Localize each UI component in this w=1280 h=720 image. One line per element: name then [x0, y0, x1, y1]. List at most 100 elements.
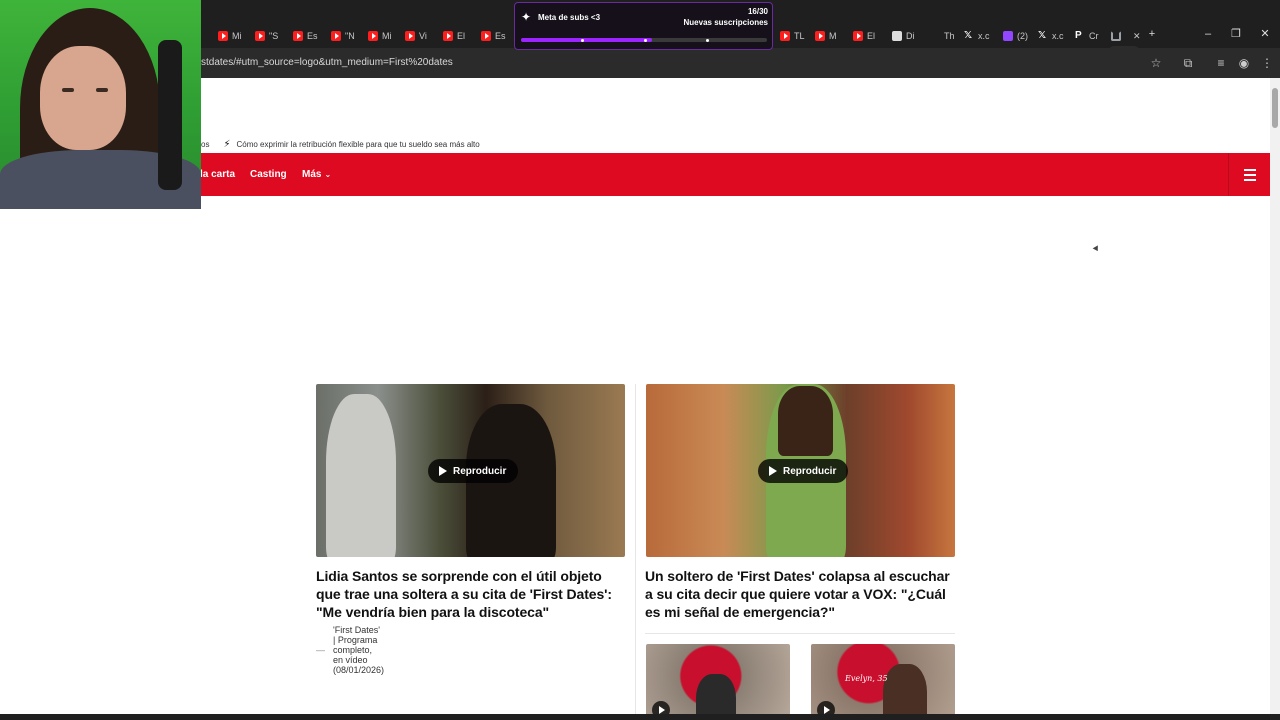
play-button[interactable]: Reproducir	[428, 459, 519, 483]
browser-tab[interactable]: ✕	[1111, 27, 1141, 45]
goal-count: 16/30	[747, 7, 768, 16]
browser-tab[interactable]: Th	[930, 27, 955, 45]
hamburger-menu-button[interactable]	[1228, 153, 1270, 196]
new-tab-button[interactable]: +	[1144, 27, 1160, 41]
goal-title: Meta de subs <3	[538, 13, 601, 22]
tab-label: El	[867, 31, 876, 41]
article-thumbnail[interactable]: Reproducir	[316, 384, 625, 557]
webcam-eye	[62, 88, 74, 92]
mouse-cursor-icon	[1092, 245, 1101, 253]
browser-tab[interactable]: TL	[780, 27, 805, 45]
goal-marker	[581, 38, 584, 42]
lightning-icon: ⚡	[223, 139, 231, 150]
browser-tab[interactable]: "N	[331, 27, 355, 45]
article-meta-text[interactable]: 'First Dates' | Programa completo, en ví…	[333, 625, 384, 675]
tab-label: x.c	[978, 31, 990, 41]
page-scrollbar[interactable]	[1270, 78, 1280, 714]
news-ticker: os ⚡ Cómo exprimir la retribución flexib…	[201, 139, 480, 150]
youtube-icon	[255, 31, 265, 41]
tab-label: Es	[307, 31, 318, 41]
address-bar-url[interactable]: stdates/#utm_source=logo&utm_medium=Firs…	[201, 57, 453, 68]
browser-tab[interactable]: El	[853, 27, 875, 45]
tab-label: Cr	[1089, 31, 1099, 41]
subscriber-goal-overlay: ✦ Meta de subs <3 16/30 Nuevas suscripci…	[514, 2, 773, 50]
browser-tab[interactable]: Es	[481, 27, 506, 45]
tab-label: (2)	[1017, 31, 1028, 41]
nav-item-more[interactable]: Más ⌄	[302, 169, 331, 180]
browser-tab[interactable]: M	[815, 27, 837, 45]
scrollbar-thumb[interactable]	[1272, 88, 1278, 128]
article-headline[interactable]: Un soltero de 'First Dates' colapsa al e…	[645, 567, 957, 621]
tab-label: M	[829, 31, 837, 41]
browser-tab[interactable]: Vi	[405, 27, 427, 45]
media-controls-icon[interactable]: ≡	[1213, 56, 1229, 70]
ticker-link[interactable]: Cómo exprimir la retribución flexible pa…	[236, 140, 479, 149]
tab-label: TL	[794, 31, 805, 41]
streamer-webcam-overlay	[0, 0, 201, 209]
tab-label: El	[457, 31, 466, 41]
extensions-icon[interactable]: ⧉	[1180, 56, 1196, 70]
nav-item-casting[interactable]: Casting	[250, 169, 287, 180]
youtube-icon	[293, 31, 303, 41]
play-button[interactable]: Reproducir	[758, 459, 849, 483]
thumbnail-figure	[778, 386, 833, 456]
profile-icon[interactable]: ◉	[1236, 56, 1252, 70]
article-meta: — 'First Dates' | Programa completo, en …	[316, 625, 384, 675]
chevron-down-icon: ⌄	[324, 170, 332, 179]
tab-label: Vi	[419, 31, 427, 41]
p-icon: P	[1075, 30, 1082, 41]
youtube-icon	[331, 31, 341, 41]
browser-tab[interactable]: Mi	[368, 27, 392, 45]
browser-tab[interactable]: 𝕏x.c	[1038, 27, 1064, 45]
restore-button[interactable]: ❐	[1228, 27, 1244, 41]
browser-tab[interactable]: Es	[293, 27, 318, 45]
play-icon	[439, 466, 447, 476]
browser-tab[interactable]: P Cr	[1075, 27, 1099, 45]
tab-label: Mi	[382, 31, 392, 41]
goal-marker	[644, 38, 647, 42]
youtube-icon	[218, 31, 228, 41]
play-icon[interactable]	[652, 701, 670, 714]
tab-label: "N	[345, 31, 355, 41]
article-thumbnail[interactable]: Reproducir	[646, 384, 955, 557]
youtube-icon	[368, 31, 378, 41]
column-divider	[635, 384, 636, 714]
small-article-thumbnail[interactable]: Evelyn, 35	[811, 644, 955, 714]
goal-marker	[706, 38, 709, 42]
browser-tab[interactable]: El	[443, 27, 465, 45]
tab-label: Es	[495, 31, 506, 41]
row-divider	[645, 633, 955, 634]
browser-menu-icon[interactable]: ⋮	[1259, 56, 1275, 70]
browser-tab[interactable]: "S	[255, 27, 278, 45]
browser-tab[interactable]: Di	[892, 27, 915, 45]
youtube-icon	[780, 31, 790, 41]
close-tab-icon[interactable]: ✕	[1133, 31, 1141, 42]
star-icon: ✦	[521, 10, 532, 24]
twitch-icon	[1003, 31, 1013, 41]
thumbnail-figure	[883, 664, 927, 714]
close-window-button[interactable]: ✕	[1257, 27, 1273, 41]
browser-tab[interactable]: Mi	[218, 27, 242, 45]
hamburger-line	[1244, 174, 1256, 176]
webcam-face	[40, 46, 126, 150]
thumbnail-figure	[696, 674, 736, 714]
youtube-icon	[443, 31, 453, 41]
play-label: Reproducir	[453, 465, 507, 477]
minimize-button[interactable]: –	[1200, 27, 1216, 41]
article-headline[interactable]: Lidia Santos se sorprende con el útil ob…	[316, 567, 628, 621]
window-bottom-edge	[0, 714, 1280, 720]
tab-label: Th	[944, 31, 955, 41]
bookmark-star-icon[interactable]: ☆	[1148, 56, 1164, 70]
thumbnail-caption: Evelyn, 35	[845, 674, 888, 683]
webcam-eye	[96, 88, 108, 92]
browser-tab[interactable]: (2)	[1003, 27, 1028, 45]
play-icon[interactable]	[817, 701, 835, 714]
browser-tab[interactable]: 𝕏x.c	[964, 27, 990, 45]
youtube-icon	[815, 31, 825, 41]
nav-item-la-carta[interactable]: la carta	[200, 169, 235, 180]
meta-dash: —	[316, 645, 325, 655]
thumbnail-figure	[326, 394, 396, 557]
small-article-thumbnail[interactable]	[646, 644, 790, 714]
youtube-icon	[405, 31, 415, 41]
ticker-left-fragment[interactable]: os	[201, 140, 209, 149]
